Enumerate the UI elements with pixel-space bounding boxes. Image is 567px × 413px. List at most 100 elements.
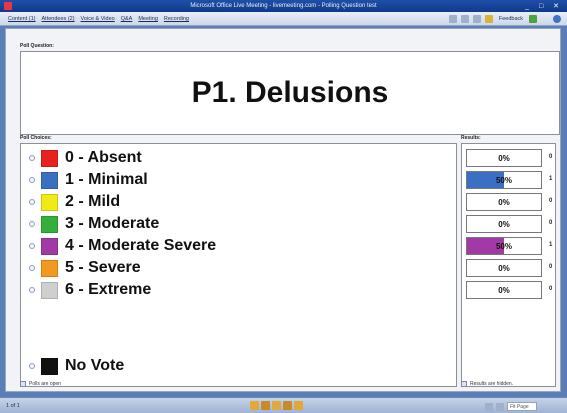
poll-choices-label: Poll Choices: <box>20 135 52 141</box>
no-vote-choice[interactable]: No Vote <box>29 356 124 376</box>
result-bar: 0% <box>466 281 542 299</box>
choice-color-swatch <box>41 281 58 299</box>
status-bar: 1 of 1 Fit Page <box>0 397 567 413</box>
poll-choice[interactable]: 5 - Severe <box>29 258 141 278</box>
result-bar: 50% <box>466 171 542 189</box>
poll-panel: Poll Question: P1. Delusions Poll Choice… <box>5 28 561 392</box>
results-visibility-icon[interactable] <box>461 381 467 387</box>
next-slide-icon[interactable] <box>294 401 303 410</box>
choice-color-swatch <box>41 215 58 233</box>
highlight-tool-icon[interactable] <box>472 15 481 23</box>
app-icon[interactable] <box>4 2 12 10</box>
result-count: 0 <box>549 286 553 292</box>
choice-color-swatch <box>41 357 58 375</box>
result-row: 0% 0 <box>466 259 556 277</box>
no-vote-label: No Vote <box>65 357 125 374</box>
choice-label: 4 - Moderate Severe <box>65 237 217 254</box>
menu-item[interactable]: Voice & Video <box>81 16 115 22</box>
choice-radio[interactable] <box>29 199 35 205</box>
result-bar: 0% <box>466 215 542 233</box>
result-row: 0% 0 <box>466 149 556 167</box>
zoom-in-icon[interactable] <box>496 402 504 411</box>
feedback-link[interactable]: Feedback <box>499 16 523 22</box>
page-indicator[interactable]: 1 of 1 <box>6 403 20 409</box>
choice-label: 1 - Minimal <box>65 171 148 188</box>
choice-label: 0 - Absent <box>65 149 142 166</box>
menu-item[interactable]: Meeting <box>138 16 158 22</box>
result-count: 1 <box>549 242 553 248</box>
polls-open-text: Polls are open <box>29 381 61 387</box>
poll-choices-list: 0 - Absent 1 - Minimal 2 - Mild 3 - Moderat… <box>20 143 457 387</box>
result-count: 0 <box>549 220 553 226</box>
poll-choice[interactable]: 6 - Extreme <box>29 280 151 300</box>
result-bar: 0% <box>466 149 542 167</box>
help-icon[interactable] <box>553 15 561 23</box>
menu-item[interactable]: Recording <box>164 16 189 22</box>
choice-radio[interactable] <box>29 243 35 249</box>
menu-item[interactable]: Q&A <box>121 16 133 22</box>
choice-color-swatch <box>41 149 58 167</box>
polls-open-status: Polls are open <box>20 381 61 387</box>
choice-label: 2 - Mild <box>65 193 121 210</box>
menu-item[interactable]: Attendees (2) <box>42 16 75 22</box>
result-percent: 50% <box>495 176 512 185</box>
choice-radio[interactable] <box>29 221 35 227</box>
thumbnail-view-icon[interactable] <box>261 401 270 410</box>
result-row: 50% 1 <box>466 237 556 255</box>
pen-tool-icon[interactable] <box>448 15 457 23</box>
poll-question-label: Poll Question: <box>20 43 54 49</box>
result-percent: 0% <box>498 198 510 207</box>
choice-color-swatch <box>41 193 58 211</box>
result-percent: 0% <box>498 264 510 273</box>
choice-radio[interactable] <box>29 287 35 293</box>
view-tools <box>250 401 303 410</box>
zoom-tools: Fit Page <box>485 402 537 411</box>
choice-radio[interactable] <box>29 363 35 369</box>
result-bar: 0% <box>466 193 542 211</box>
status-icon[interactable] <box>529 15 537 23</box>
result-count: 0 <box>549 264 553 270</box>
window-title: Microsoft Office Live Meeting - livemeet… <box>190 3 377 9</box>
poll-choice[interactable]: 1 - Minimal <box>29 170 148 190</box>
result-row: 0% 0 <box>466 281 556 299</box>
zoom-select[interactable]: Fit Page <box>507 402 537 411</box>
poll-choice[interactable]: 4 - Moderate Severe <box>29 236 216 256</box>
notes-view-icon[interactable] <box>272 401 281 410</box>
choice-label: 6 - Extreme <box>65 281 152 298</box>
result-bar: 50% <box>466 237 542 255</box>
result-count: 0 <box>549 198 553 204</box>
toolbar-tools: Feedback <box>448 15 537 23</box>
choice-radio[interactable] <box>29 155 35 161</box>
result-percent: 50% <box>495 242 512 251</box>
result-row: 0% 0 <box>466 215 556 233</box>
result-row: 50% 1 <box>466 171 556 189</box>
poll-choice[interactable]: 0 - Absent <box>29 148 142 168</box>
result-count: 1 <box>549 176 553 182</box>
results-list: 0% 0 50% 1 0% 0 0% 0 50% 1 0% 0 0% 0 <box>461 143 556 387</box>
result-percent: 0% <box>498 286 510 295</box>
results-hidden-status: Results are hidden. <box>461 381 513 387</box>
result-row: 0% 0 <box>466 193 556 211</box>
zoom-out-icon[interactable] <box>485 402 493 411</box>
poll-status-icon <box>20 381 26 387</box>
results-hidden-text: Results are hidden. <box>470 381 514 387</box>
poll-question-box: P1. Delusions <box>20 51 560 135</box>
slide-view-icon[interactable] <box>250 401 259 410</box>
result-percent: 0% <box>498 220 510 229</box>
arrow-tool-icon[interactable] <box>460 15 469 23</box>
result-count: 0 <box>549 154 553 160</box>
lock-icon[interactable] <box>484 15 493 23</box>
choice-color-swatch <box>41 259 58 277</box>
menu-items: Content (1) Attendees (2) Voice & Video Q&A… <box>8 16 189 22</box>
title-bar: Microsoft Office Live Meeting - livemeet… <box>0 0 567 12</box>
choice-radio[interactable] <box>29 265 35 271</box>
poll-choice[interactable]: 2 - Mild <box>29 192 120 212</box>
choice-radio[interactable] <box>29 177 35 183</box>
result-percent: 0% <box>498 154 510 163</box>
choice-color-swatch <box>41 171 58 189</box>
previous-slide-icon[interactable] <box>283 401 292 410</box>
results-label: Results: <box>461 135 481 141</box>
poll-choice[interactable]: 3 - Moderate <box>29 214 159 234</box>
menu-item[interactable]: Content (1) <box>8 16 36 22</box>
choice-label: 5 - Severe <box>65 259 141 276</box>
